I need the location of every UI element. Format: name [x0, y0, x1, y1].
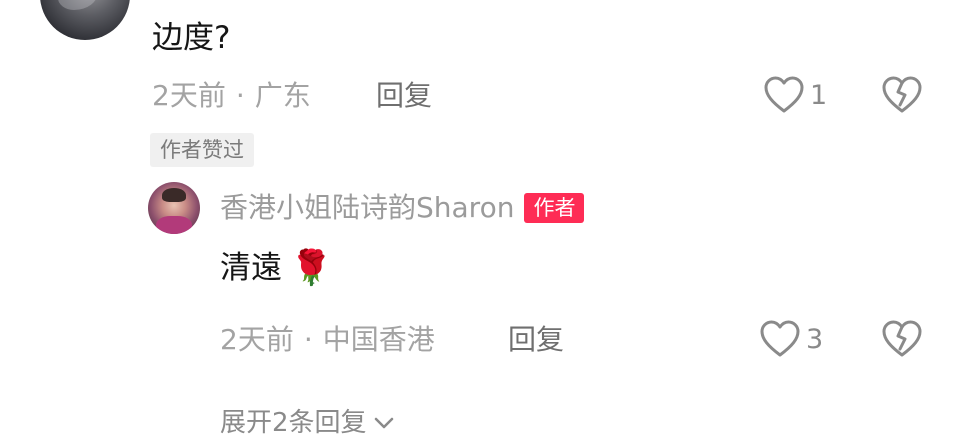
- reply-username[interactable]: 香港小姐陆诗韵Sharon: [220, 190, 514, 226]
- expand-replies-label: 展开2条回复: [220, 408, 367, 438]
- reply-dislike-button[interactable]: [882, 320, 922, 358]
- author-liked-tag: 作者赞过: [150, 133, 254, 167]
- comment-meta: 2天前 · 广东: [152, 78, 311, 114]
- reply-location: 中国香港: [322, 323, 435, 356]
- like-button[interactable]: 1: [764, 76, 827, 114]
- reply-text: 清遠: [220, 250, 282, 286]
- comment-time: 2天前: [152, 79, 226, 112]
- comment-location: 广东: [254, 79, 311, 112]
- reply-body: 清遠 🌹: [220, 248, 332, 288]
- comment-text: 边度?: [152, 20, 231, 56]
- reply-time: 2天前: [220, 323, 294, 356]
- meta-separator: ·: [303, 323, 313, 356]
- reply-reply-button[interactable]: 回复: [508, 322, 564, 358]
- author-badge: 作者: [524, 193, 585, 223]
- reply-header: 香港小姐陆诗韵Sharon 作者: [220, 190, 585, 226]
- reply-avatar[interactable]: [148, 182, 200, 234]
- like-count: 1: [810, 79, 828, 111]
- reply-like-button[interactable]: 3: [760, 320, 823, 358]
- expand-replies-button[interactable]: 展开2条回复: [220, 408, 395, 438]
- rose-emoji: 🌹: [290, 248, 333, 288]
- heart-outline-icon: [764, 76, 804, 113]
- heart-outline-icon: [760, 320, 800, 357]
- dislike-button[interactable]: [882, 76, 922, 114]
- commenter-avatar[interactable]: [40, 0, 130, 40]
- broken-heart-icon: [882, 320, 922, 357]
- reply-button[interactable]: 回复: [376, 78, 432, 114]
- chevron-down-icon: [374, 417, 393, 429]
- reply-like-count: 3: [806, 323, 824, 355]
- meta-separator: ·: [235, 79, 245, 112]
- broken-heart-icon: [882, 76, 922, 113]
- reply-meta: 2天前 · 中国香港: [220, 322, 435, 358]
